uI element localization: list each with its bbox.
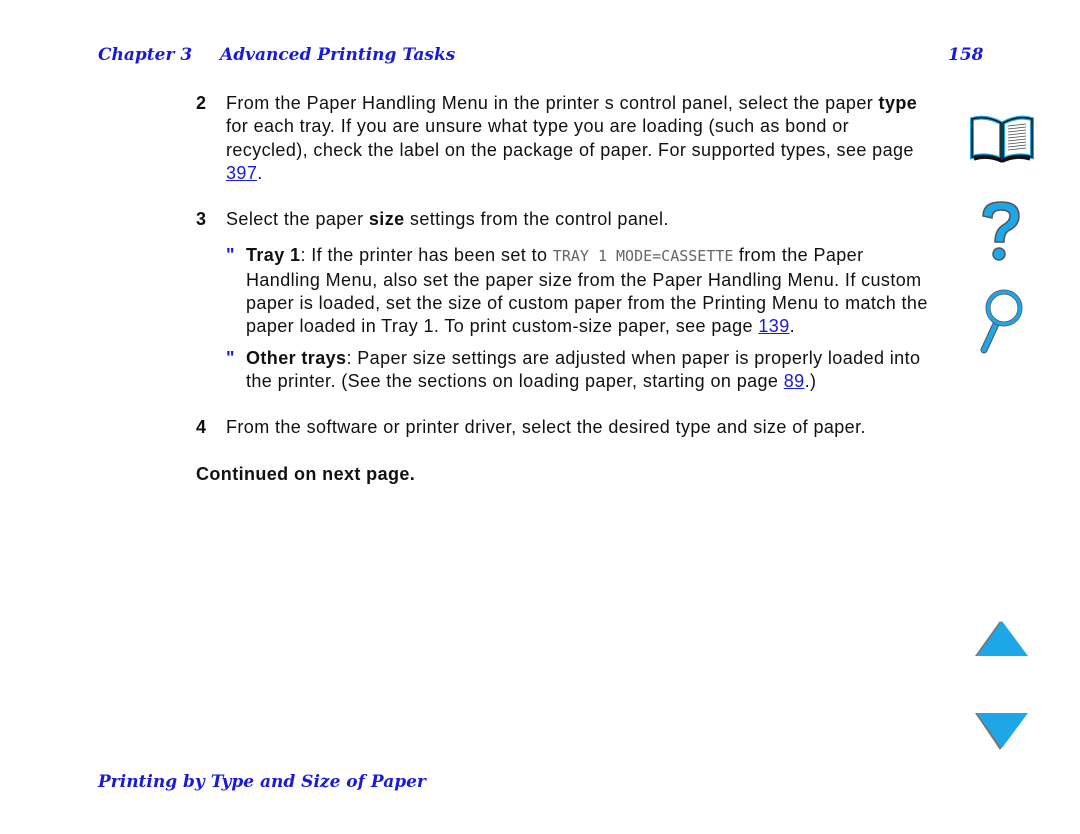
step-number: 3 — [196, 209, 207, 230]
text: : Paper size settings are adjusted when … — [246, 347, 921, 391]
bullet-label: Other trays — [246, 347, 347, 368]
step-number: 4 — [196, 417, 207, 438]
bold-term: size — [368, 209, 405, 230]
text: for each tray. If you are unsure what ty… — [226, 116, 914, 160]
question-icon[interactable] — [975, 198, 1027, 264]
bullet-label: Tray 1 — [246, 245, 301, 266]
bullet-mark: " — [226, 245, 235, 266]
bullet-mark: " — [226, 347, 235, 368]
control-panel-setting: TRAY 1 MODE=CASSETTE — [552, 247, 734, 266]
text: . — [789, 316, 796, 337]
text: From the Paper Handling Menu in the prin… — [226, 93, 879, 113]
step-4: 4 From the software or printer driver, s… — [196, 416, 936, 439]
bullet-list: " Tray 1: If the printer has been set to… — [226, 244, 936, 393]
step-number: 2 — [196, 93, 207, 113]
text: Select the paper — [226, 209, 369, 230]
text: .) — [804, 370, 817, 391]
step-2: 2 From the Paper Handling Menu in the pr… — [196, 92, 936, 185]
step-text: From the Paper Handling Menu in the prin… — [226, 92, 936, 185]
text: . — [257, 162, 263, 183]
step-text: Select the paper size settings from the … — [226, 208, 936, 231]
page-number: 158 — [948, 45, 984, 65]
chapter-title: Advanced Printing Tasks — [220, 45, 456, 65]
text: : If the printer has been set to — [300, 245, 553, 266]
chapter-label: Chapter 3 — [98, 45, 193, 65]
text: settings from the control panel. — [404, 209, 669, 230]
step-3: 3 Select the paper size settings from th… — [196, 208, 936, 231]
bullet-tray-1: " Tray 1: If the printer has been set to… — [226, 244, 936, 338]
down-arrow-icon[interactable] — [974, 710, 1030, 752]
up-arrow-icon[interactable] — [974, 618, 1030, 660]
bullet-text: Tray 1: If the printer has been set to T… — [246, 244, 936, 338]
bullet-text: Other trays: Paper size settings are adj… — [246, 347, 936, 394]
page-body: 2 From the Paper Handling Menu in the pr… — [196, 92, 936, 486]
bold-term: type — [878, 93, 918, 113]
magnifier-icon[interactable] — [978, 288, 1026, 356]
step-text: From the software or printer driver, sel… — [226, 417, 866, 438]
section-footer: Printing by Type and Size of Paper — [98, 772, 426, 792]
bullet-other-trays: " Other trays: Paper size settings are a… — [226, 347, 936, 394]
page-link-397[interactable]: 397 — [226, 163, 257, 183]
book-icon[interactable] — [968, 113, 1036, 165]
page-link-139[interactable]: 139 — [758, 316, 789, 336]
page-link-89[interactable]: 89 — [784, 371, 805, 391]
continued-note: Continued on next page. — [196, 463, 416, 484]
